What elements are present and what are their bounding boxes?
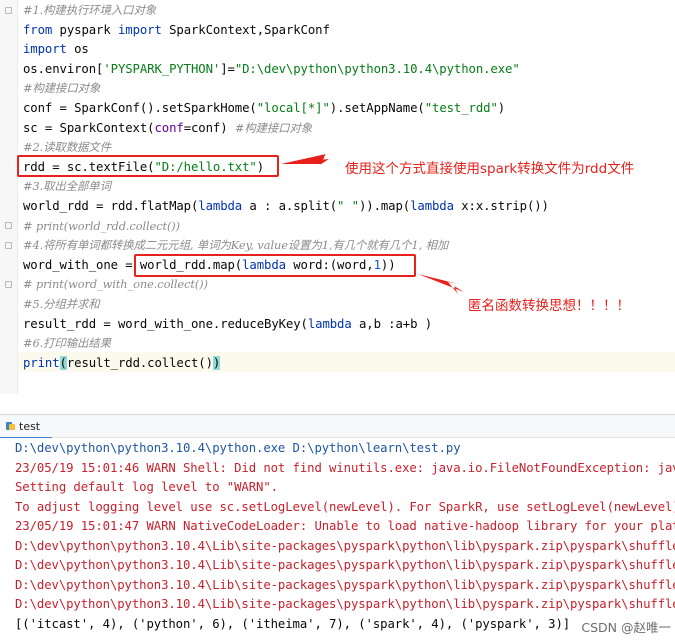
code-line[interactable]: #1.构建执行环境入口对象 bbox=[23, 1, 156, 20]
console-line: D:\dev\python\python3.10.4\Lib\site-pack… bbox=[15, 577, 675, 592]
console-line: D:\dev\python\python3.10.4\Lib\site-pack… bbox=[15, 538, 675, 553]
code-line[interactable]: print(result_rdd.collect()) bbox=[23, 354, 220, 373]
code-token: #5.分组并求和 bbox=[23, 297, 100, 311]
code-token: result_rdd.collect() bbox=[66, 355, 213, 370]
code-token: #构建接口对象 bbox=[234, 120, 313, 135]
code-token: ) bbox=[497, 101, 506, 115]
console-line: D:\dev\python\python3.10.4\Lib\site-pack… bbox=[15, 597, 675, 611]
code-line[interactable]: import os bbox=[23, 40, 89, 59]
run-tab-label: test bbox=[19, 419, 41, 433]
code-token: "test_rdd" bbox=[424, 101, 498, 115]
code-token: ) bbox=[212, 355, 221, 370]
code-token: ).setAppName( bbox=[329, 101, 425, 115]
code-line[interactable]: #6.打印输出结果 bbox=[23, 334, 111, 353]
code-token: a : a.split( bbox=[249, 199, 338, 213]
annotation-box-textfile bbox=[17, 155, 279, 177]
python-file-icon bbox=[6, 421, 15, 431]
code-line[interactable]: conf = SparkConf().setSparkHome("local[*… bbox=[23, 99, 505, 118]
code-token: x:x.strip()) bbox=[461, 199, 549, 213]
code-line[interactable]: #5.分组并求和 bbox=[23, 295, 100, 314]
code-token: SparkContext,SparkConf bbox=[169, 22, 330, 37]
code-token: conf = SparkConf().setSparkHome( bbox=[23, 101, 257, 115]
code-line[interactable]: #4.将所有单词都转换成二元元组, 单词为Key, value设置为1,有几个就… bbox=[23, 236, 448, 255]
code-line[interactable]: #构建接口对象 bbox=[23, 79, 100, 98]
run-panel-header: test bbox=[0, 414, 675, 439]
code-token: # print(word_with_one.collect()) bbox=[23, 277, 208, 292]
code-token: ( bbox=[59, 355, 67, 370]
code-line[interactable]: # print(word_with_one.collect()) bbox=[23, 275, 208, 294]
code-token: 'PYSPARK_PYTHON' bbox=[103, 61, 221, 76]
code-token: os bbox=[74, 42, 89, 57]
console-line: [('itcast', 4), ('python', 6), ('itheima… bbox=[15, 616, 571, 631]
editor-gutter bbox=[0, 0, 18, 394]
code-token: print bbox=[23, 355, 60, 370]
code-token: pyspark bbox=[59, 22, 118, 37]
code-token: world_rdd = rdd.flatMap( bbox=[23, 199, 199, 213]
annotation-arrow-icon bbox=[281, 154, 329, 168]
code-line[interactable]: #3.取出全部单词 bbox=[23, 177, 111, 196]
console-line: Setting default log level to "WARN". bbox=[15, 480, 278, 494]
code-token: #6.打印输出结果 bbox=[23, 336, 111, 351]
fold-icon[interactable] bbox=[5, 222, 12, 229]
code-token: "local[*]" bbox=[256, 101, 330, 115]
console-line: 23/05/19 15:01:46 WARN Shell: Did not fi… bbox=[15, 460, 675, 475]
code-token: )).map( bbox=[358, 199, 411, 213]
code-token: #4.将所有单词都转换成二元元组, 单词为Key, value设置为1,有几个就… bbox=[23, 238, 449, 253]
fold-icon[interactable] bbox=[5, 281, 12, 288]
code-token: # print(world_rdd.collect()) bbox=[23, 218, 180, 233]
code-token: #3.取出全部单词 bbox=[23, 179, 111, 194]
console-line: D:\dev\python\python3.10.4\Lib\site-pack… bbox=[15, 558, 675, 572]
watermark: CSDN @赵唯一 bbox=[577, 617, 671, 636]
code-token: a,b :a+b ) bbox=[358, 316, 433, 331]
console-line: D:\dev\python\python3.10.4\python.exe D:… bbox=[15, 441, 461, 455]
code-token: #构建接口对象 bbox=[23, 81, 101, 96]
code-token: conf bbox=[154, 120, 184, 135]
fold-icon[interactable] bbox=[5, 242, 12, 249]
code-line[interactable]: from pyspark import SparkContext,SparkCo… bbox=[23, 21, 330, 40]
fold-icon[interactable] bbox=[5, 7, 12, 14]
code-token: =conf) bbox=[183, 120, 235, 135]
code-token: lambda bbox=[410, 199, 462, 213]
code-line[interactable]: result_rdd = word_with_one.reduceByKey(l… bbox=[23, 315, 432, 334]
code-token: sc = SparkContext( bbox=[23, 120, 155, 135]
code-token: #1.构建执行环境入口对象 bbox=[23, 3, 157, 17]
annotation-text-textfile: 使用这个方式直接使用spark转换文件为rdd文件 bbox=[345, 161, 635, 177]
code-line[interactable]: world_rdd = rdd.flatMap(lambda a : a.spl… bbox=[23, 197, 549, 216]
code-token: ]= bbox=[220, 61, 235, 76]
code-token: import bbox=[117, 22, 170, 37]
code-line[interactable]: os.environ['PYSPARK_PYTHON']="D:\dev\pyt… bbox=[23, 60, 520, 79]
code-token: os.environ[ bbox=[23, 61, 104, 76]
annotation-arrow-icon bbox=[418, 274, 464, 294]
code-token: import bbox=[23, 42, 75, 57]
annotation-box-lambda bbox=[134, 254, 416, 277]
code-token: "D:\dev\python\python3.10.4\python.exe" bbox=[234, 61, 520, 76]
code-line[interactable]: # print(world_rdd.collect()) bbox=[23, 217, 180, 236]
code-token: from bbox=[23, 22, 60, 37]
code-line[interactable]: sc = SparkContext(conf=conf) #构建接口对象 bbox=[23, 119, 312, 138]
code-token: result_rdd = word_with_one.reduceByKey( bbox=[23, 316, 308, 331]
tab-run-test[interactable]: test bbox=[0, 415, 53, 439]
console-line: To adjust logging level use sc.setLogLev… bbox=[15, 499, 675, 514]
run-console-output[interactable]: D:\dev\python\python3.10.4\python.exe D:… bbox=[0, 438, 675, 644]
annotation-text-lambda: 匿名函数转换思想！！！！ bbox=[468, 298, 630, 314]
code-token: lambda bbox=[307, 316, 359, 331]
code-token: " " bbox=[337, 199, 359, 213]
code-token: #2.读取数据文件 bbox=[23, 140, 111, 155]
code-token: lambda bbox=[198, 199, 250, 213]
code-editor[interactable]: #1.构建执行环境入口对象 from pyspark import SparkCo… bbox=[0, 0, 675, 394]
console-line: 23/05/19 15:01:47 WARN NativeCodeLoader:… bbox=[15, 519, 675, 533]
